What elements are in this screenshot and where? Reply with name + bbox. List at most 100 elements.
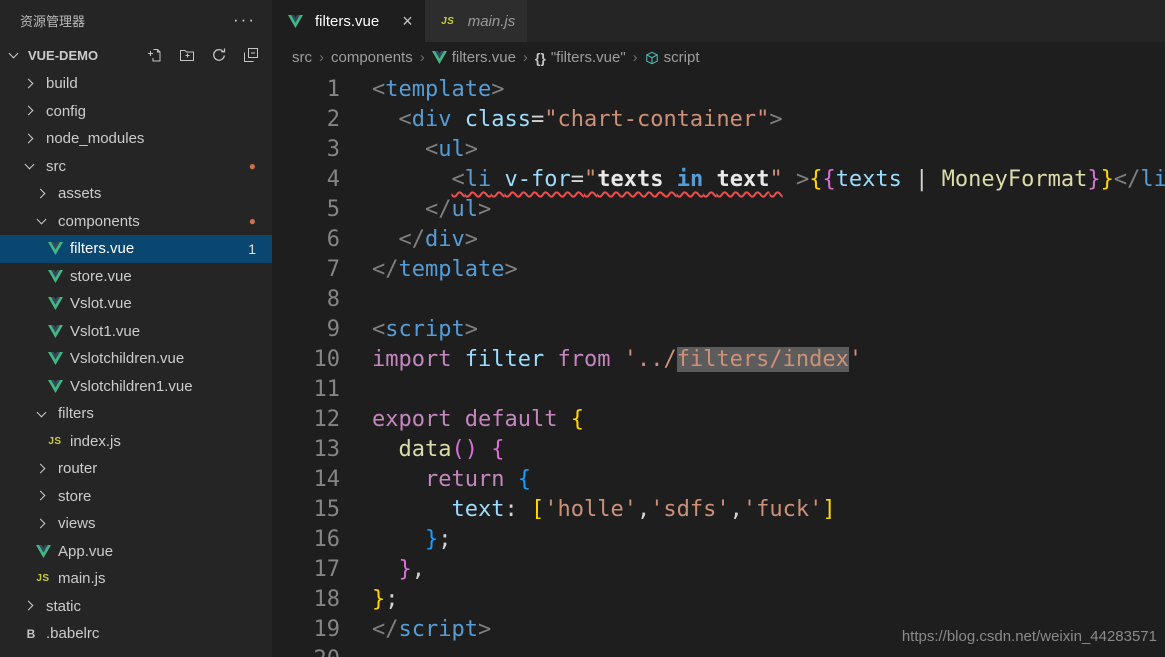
more-actions-button[interactable]: ···: [233, 10, 256, 30]
tree-item-assets[interactable]: assets: [0, 180, 272, 208]
line-content: </script>: [372, 617, 492, 642]
tree-item-filters-vue[interactable]: filters.vue 1: [0, 235, 272, 263]
tree-item-app-vue[interactable]: App.vue: [0, 538, 272, 566]
tab-bar: filters.vue × JS main.js: [272, 0, 1165, 42]
chevron-right-icon: [34, 461, 50, 477]
tree-item-node_modules[interactable]: node_modules: [0, 125, 272, 153]
line-number: 3: [326, 137, 340, 162]
tree-item-store[interactable]: store: [0, 483, 272, 511]
chevron-down-icon: [6, 47, 22, 63]
tree-item-label: views: [58, 515, 96, 533]
js-file-icon: JS: [441, 15, 455, 27]
tree-item-vslotchildren-vue[interactable]: Vslotchildren.vue: [0, 345, 272, 373]
tree-item-static[interactable]: static: [0, 593, 272, 621]
code-line-20[interactable]: 20: [272, 645, 1165, 657]
code-line-18[interactable]: 18};: [272, 585, 1165, 615]
tree-item-views[interactable]: views: [0, 510, 272, 538]
line-content: <div class="chart-container">: [398, 107, 783, 132]
code-line-16[interactable]: 16 };: [272, 525, 1165, 555]
line-number: 11: [313, 377, 341, 402]
tree-item-vslotchildren1-vue[interactable]: Vslotchildren1.vue: [0, 373, 272, 401]
tree-item-components[interactable]: components ●: [0, 208, 272, 236]
chevron-right-icon: [34, 516, 50, 532]
line-content: <li v-for="texts in text" >{{texts | Mon…: [451, 167, 1165, 192]
tab-main-js[interactable]: JS main.js: [424, 0, 528, 42]
tree-item-src[interactable]: src ●: [0, 153, 272, 181]
line-number: 2: [326, 107, 340, 132]
breadcrumb-item-filters-vue[interactable]: filters.vue: [431, 49, 516, 66]
breadcrumb: src › components › filters.vue › {} "filters.vu…: [272, 42, 1165, 73]
vue-file-icon: [46, 324, 64, 338]
line-content: </template>: [372, 257, 518, 282]
breadcrumb-item-filters-vue[interactable]: {} "filters.vue": [535, 49, 626, 66]
file-tree: build config node_modules src ● assets compone…: [0, 70, 272, 648]
refresh-button[interactable]: [210, 46, 228, 64]
breadcrumb-item-components[interactable]: components: [331, 49, 413, 66]
tree-item-vslot-vue[interactable]: Vslot.vue: [0, 290, 272, 318]
tree-item-filters[interactable]: filters: [0, 400, 272, 428]
vue-file-icon: [46, 379, 64, 393]
vue-file-icon: [286, 14, 304, 28]
code-line-14[interactable]: 14 return {: [272, 465, 1165, 495]
tree-item-label: build: [46, 75, 78, 93]
collapse-folders-button[interactable]: [242, 46, 260, 64]
line-number: 6: [326, 227, 340, 252]
editor-area: filters.vue × JS main.js src › components › fil…: [272, 0, 1165, 657]
new-file-button[interactable]: [146, 46, 164, 64]
tree-item-label: filters: [58, 405, 94, 423]
tree-item-label: .babelrc: [46, 625, 100, 643]
line-number: 9: [326, 317, 340, 342]
tab-filters-vue[interactable]: filters.vue ×: [272, 0, 425, 42]
breadcrumb-item-script[interactable]: script: [645, 49, 700, 66]
project-section-header[interactable]: VUE-DEMO: [0, 40, 272, 70]
code-line-17[interactable]: 17 },: [272, 555, 1165, 585]
tree-item-config[interactable]: config: [0, 98, 272, 126]
code-line-3[interactable]: 3 <ul>: [272, 135, 1165, 165]
line-content: </ul>: [424, 197, 492, 222]
code-line-7[interactable]: 7 </template>: [272, 255, 1165, 285]
tree-item-main-js[interactable]: JS main.js: [0, 565, 272, 593]
code-line-12[interactable]: 12 export default {: [272, 405, 1165, 435]
code-line-9[interactable]: 9 <script>: [272, 315, 1165, 345]
tree-item-index-js[interactable]: JS index.js: [0, 428, 272, 456]
tree-item-build[interactable]: build: [0, 70, 272, 98]
new-folder-button[interactable]: [178, 46, 196, 64]
tree-item-label: config: [46, 102, 87, 120]
code-line-5[interactable]: 5 </ul>: [272, 195, 1165, 225]
breadcrumb-separator: ›: [419, 49, 425, 66]
line-content: };: [424, 527, 452, 552]
code-line-1[interactable]: 1 <template>: [272, 75, 1165, 105]
braces-icon: {}: [534, 49, 546, 66]
line-content: <script>: [372, 317, 478, 342]
code-line-6[interactable]: 6 </div>: [272, 225, 1165, 255]
tree-item-store-vue[interactable]: store.vue: [0, 263, 272, 291]
tree-item-vslot1-vue[interactable]: Vslot1.vue: [0, 318, 272, 346]
line-content: },: [398, 557, 426, 582]
line-content: data() {: [398, 437, 505, 462]
tree-item-router[interactable]: router: [0, 455, 272, 483]
chevron-right-icon: [22, 76, 38, 92]
modified-dot-icon: ●: [248, 159, 256, 174]
sidebar-header: 资源管理器 ···: [0, 0, 272, 40]
code-line-11[interactable]: 11: [272, 375, 1165, 405]
sidebar-actions: [146, 46, 272, 64]
close-icon[interactable]: ×: [402, 12, 413, 30]
chevron-down-icon: [34, 213, 50, 229]
breadcrumb-item-src[interactable]: src: [292, 49, 312, 66]
code-line-10[interactable]: 10 import filter from '../filters/index': [272, 345, 1165, 375]
code-line-15[interactable]: 15 text: ['holle','sdfs','fuck']: [272, 495, 1165, 525]
code-editor[interactable]: 1 <template> 2 <div class="chart-container…: [272, 73, 1165, 657]
line-number: 19: [313, 617, 341, 642]
line-number: 1: [326, 77, 340, 102]
code-line-4[interactable]: 4 <li v-for="texts in text" >{{texts | M…: [272, 165, 1165, 195]
code-line-13[interactable]: 13 data() {: [272, 435, 1165, 465]
tree-item-label: store: [58, 487, 92, 505]
chevron-right-icon: [34, 488, 50, 504]
code-line-2[interactable]: 2 <div class="chart-container">: [272, 105, 1165, 135]
symbol-icon: [645, 51, 659, 65]
code-line-8[interactable]: 8: [272, 285, 1165, 315]
breadcrumb-separator: ›: [522, 49, 528, 66]
tree-item-babelrc[interactable]: B .babelrc: [0, 620, 272, 648]
tree-item-label: static: [46, 597, 82, 615]
babel-file-icon: B: [26, 626, 36, 641]
